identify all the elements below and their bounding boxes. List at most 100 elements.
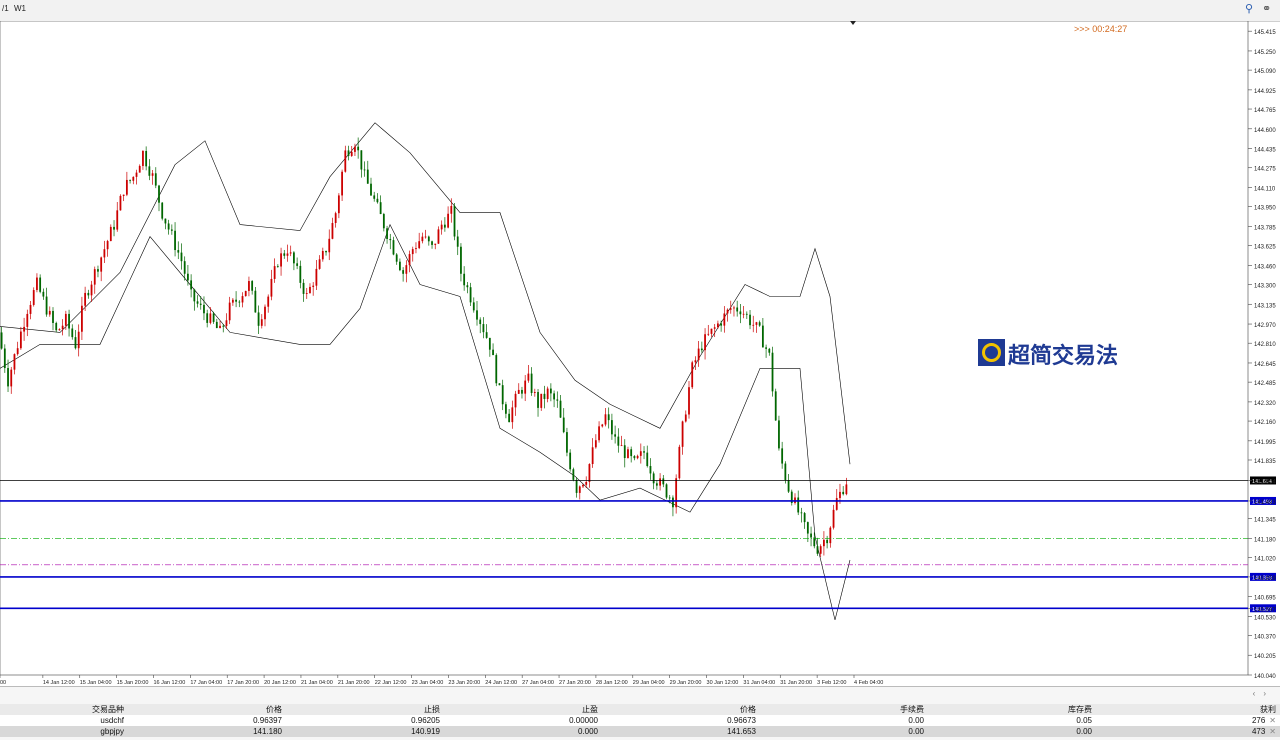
candle-body: [248, 281, 250, 291]
candle-body: [145, 150, 148, 167]
col-tp[interactable]: 止盈: [444, 704, 602, 715]
candle-body: [318, 259, 321, 269]
candle-body: [630, 449, 633, 457]
y-tick-label: 142.485: [1254, 381, 1276, 387]
candle-body: [408, 254, 411, 266]
candle-body: [713, 327, 716, 329]
candle-body: [421, 236, 424, 242]
candle-body: [61, 325, 64, 330]
candle-body: [206, 313, 209, 323]
col-symbol[interactable]: 交易品种: [0, 704, 128, 715]
candle-body: [675, 478, 678, 508]
order-sl: 0.96205: [286, 715, 444, 726]
col-open-price[interactable]: 价格: [128, 704, 286, 715]
candle-body: [135, 172, 138, 177]
candle-body: [3, 348, 6, 369]
col-price[interactable]: 价格: [602, 704, 760, 715]
candle-body: [77, 331, 80, 349]
candle-body: [707, 333, 710, 335]
col-sl[interactable]: 止损: [286, 704, 444, 715]
order-row[interactable]: gbpjpy 141.180 140.919 0.000 141.653 0.0…: [0, 726, 1280, 737]
col-swap[interactable]: 库存费: [928, 704, 1096, 715]
order-swap: 0.00: [928, 726, 1096, 737]
candle-body: [418, 241, 421, 249]
y-tick-label: 143.950: [1254, 206, 1276, 212]
candle-body: [636, 455, 639, 459]
candle-body: [447, 213, 449, 228]
order-row[interactable]: usdchf 0.96397 0.96205 0.00000 0.96673 0…: [0, 715, 1280, 726]
candle-body: [742, 313, 745, 315]
candle-body: [64, 313, 67, 326]
candle-body: [350, 151, 353, 156]
candle-body: [382, 214, 385, 229]
candle-body: [331, 222, 334, 239]
candle-body: [363, 169, 366, 171]
candle-body: [810, 533, 812, 538]
candle-body: [151, 173, 154, 176]
candle-body: [521, 389, 523, 394]
col-commission[interactable]: 手续费: [760, 704, 928, 715]
candle-body: [511, 407, 514, 423]
candle-body: [267, 296, 270, 307]
candle-body: [835, 498, 838, 510]
candle-body: [485, 332, 488, 338]
candle-body: [559, 400, 562, 418]
candle-body: [688, 387, 690, 415]
candle-body: [100, 257, 103, 272]
candle-body: [116, 210, 119, 230]
candle-body: [463, 273, 466, 286]
link-icon[interactable]: ⚭: [1262, 2, 1271, 15]
watermark-text: 超简交易法: [1008, 343, 1118, 369]
candle-body: [771, 352, 774, 392]
candle-body: [148, 166, 151, 176]
candle-body: [527, 373, 530, 381]
candle-body: [84, 292, 87, 306]
col-profit[interactable]: 获利: [1096, 704, 1280, 715]
candle-body: [826, 539, 829, 544]
candle-body: [187, 273, 189, 281]
candle-body: [466, 285, 469, 288]
candle-body: [460, 246, 462, 274]
candle-body: [158, 185, 160, 203]
candle-body: [190, 280, 193, 290]
magnifier-icon[interactable]: ⚲: [1245, 2, 1253, 15]
candle-body: [469, 287, 472, 303]
y-tick-label: 145.250: [1254, 50, 1276, 56]
candle-body: [617, 436, 620, 446]
candle-body: [164, 218, 167, 224]
candle-body: [614, 434, 617, 437]
timeframe-tab-w1[interactable]: W1: [14, 4, 26, 13]
candle-body: [627, 449, 629, 459]
candle-body: [694, 360, 697, 363]
y-tick-label: 140.859: [1254, 576, 1276, 582]
candle-body: [273, 266, 276, 279]
y-tick-label: 144.435: [1254, 148, 1276, 154]
candle-body: [729, 308, 732, 310]
candle-body: [122, 194, 125, 196]
y-tick-label: 142.160: [1254, 420, 1276, 426]
candle-body: [13, 354, 16, 370]
candle-body: [803, 513, 806, 523]
candle-body: [26, 313, 29, 327]
close-order-icon[interactable]: ✕: [1269, 727, 1276, 736]
candle-body: [10, 369, 13, 387]
candle-body: [739, 311, 742, 315]
candle-body: [562, 417, 565, 433]
y-tick-label: 140.530: [1254, 615, 1276, 621]
panel-scroll-arrows[interactable]: ‹›: [1253, 689, 1274, 698]
price-chart[interactable]: 141.664141.493140.859140.597 145.415145.…: [0, 21, 1280, 686]
candle-body: [761, 325, 764, 348]
candle-body: [341, 171, 343, 196]
candle-body: [472, 302, 475, 311]
candle-body: [505, 404, 507, 414]
candle-body: [241, 296, 244, 303]
candle-body: [806, 522, 809, 534]
candle-body: [109, 226, 112, 242]
candle-body: [305, 292, 308, 294]
candle-body: [839, 491, 841, 499]
candle-body: [366, 169, 369, 184]
candle-body: [456, 236, 459, 247]
candle-body: [643, 451, 645, 453]
timeframe-tab-1[interactable]: /1: [2, 4, 9, 13]
close-order-icon[interactable]: ✕: [1269, 716, 1276, 725]
